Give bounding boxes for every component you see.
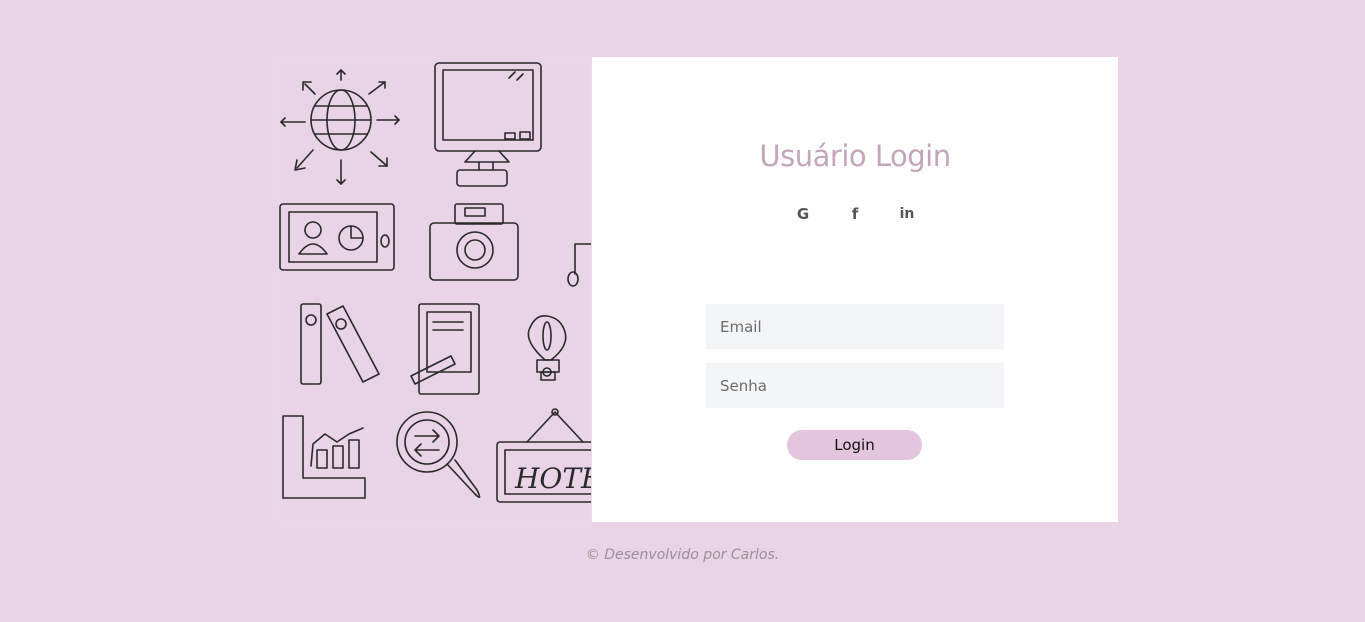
music-note-icon <box>567 243 591 287</box>
page-title: Usuário Login <box>759 139 951 173</box>
linkedin-icon: in <box>899 206 915 222</box>
linkedin-login-button[interactable]: in <box>892 203 922 225</box>
doodle-icons-image: HOTEL <box>279 62 592 503</box>
login-button[interactable]: Login <box>787 430 922 460</box>
facebook-icon: f <box>851 205 859 223</box>
doodle-illustration: HOTEL <box>278 57 592 522</box>
login-panel: Usuário Login G f in Login <box>592 57 1118 522</box>
lightbulb-icon <box>527 314 567 381</box>
document-pencil-icon <box>410 303 480 395</box>
hotel-sign-icon: HOTEL <box>496 408 592 503</box>
magnifier-icon <box>396 411 481 498</box>
email-field[interactable] <box>706 304 1004 349</box>
tablet-icon <box>279 203 395 271</box>
password-field[interactable] <box>706 363 1004 408</box>
bar-chart-icon <box>282 415 366 499</box>
social-login-row: G f in <box>592 203 1118 225</box>
google-icon: G <box>796 205 810 223</box>
camera-icon <box>429 203 519 281</box>
login-card: HOTEL Usuário Login G f in Login <box>278 57 1118 522</box>
globe-icon <box>280 69 400 185</box>
facebook-login-button[interactable]: f <box>840 203 870 225</box>
footer-credit: © Desenvolvido por Carlos. <box>585 547 780 563</box>
binders-icon <box>300 303 380 385</box>
hotel-sign-text: HOTEL <box>514 462 592 495</box>
monitor-icon <box>434 62 542 187</box>
google-login-button[interactable]: G <box>788 203 818 225</box>
